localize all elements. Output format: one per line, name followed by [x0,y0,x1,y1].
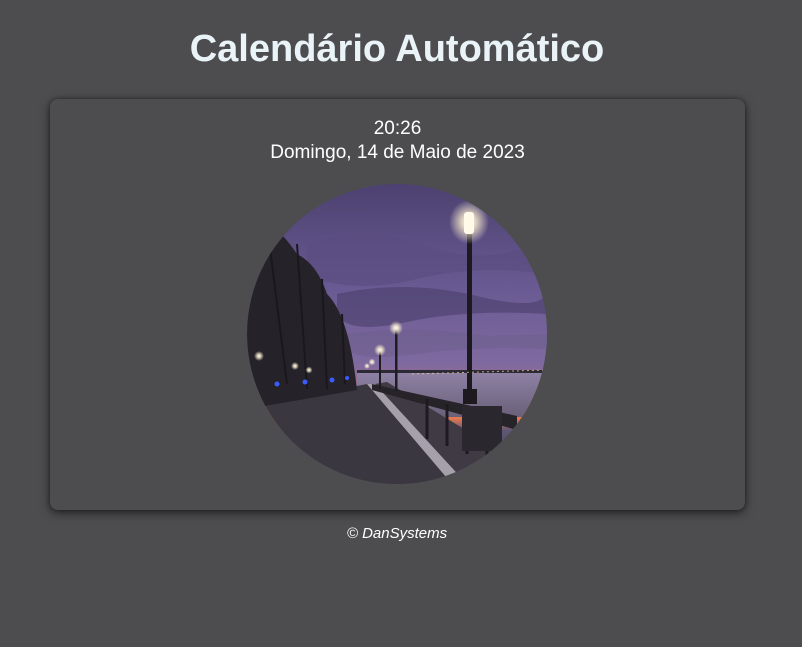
night-waterfront-promenade-image [247,184,547,484]
page: Calendário Automático 20:26 Domingo, 14 … [0,0,802,647]
current-time: 20:26 [373,118,422,139]
current-date: Domingo, 14 de Maio de 2023 [270,142,525,163]
promenade-illustration [247,184,547,484]
page-title: Calendário Automático [189,28,605,70]
calendar-card: 20:26 Domingo, 14 de Maio de 2023 [50,99,745,510]
copyright-footer: © DanSystems [346,525,448,542]
